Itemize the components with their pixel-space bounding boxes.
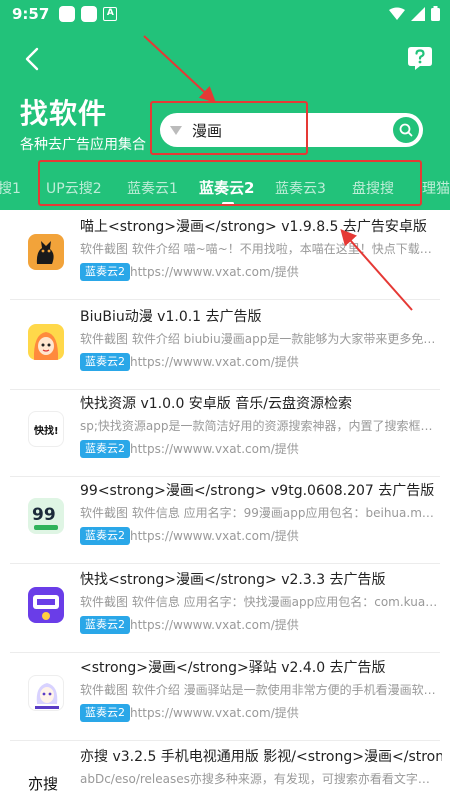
battery-icon	[431, 6, 440, 21]
provider-link: https://wwww.vxat.com/提供	[130, 529, 299, 543]
item-title[interactable]: 99<strong>漫画</strong> v9tg.0608.207 去广告版	[80, 480, 442, 500]
status-icons	[389, 6, 440, 21]
item-divider	[10, 740, 440, 741]
page-title: 找软件	[20, 97, 108, 130]
black-cat-app-icon	[28, 234, 64, 270]
source-tag: 蓝奏云2	[80, 263, 130, 281]
provider-link: https://wwww.vxat.com/提供	[130, 706, 299, 720]
source-tag: 蓝奏云2	[80, 440, 130, 458]
a-notification-icon: A	[103, 7, 118, 21]
list-item[interactable]: 亦搜 亦搜 v3.2.5 手机电视通用版 影视/<strong>漫画</stro…	[0, 742, 450, 800]
item-desc: 软件截图 软件介绍 biubiu漫画app是一款能够为大家带来更多免费…	[80, 332, 438, 346]
item-desc: 软件截图 软件信息 应用名字：快找漫画app应用包名：com.kuaizh…	[80, 595, 438, 609]
chevron-left-icon	[25, 47, 39, 71]
status-time: 9:57	[12, 5, 50, 23]
source-tag: 蓝奏云2	[80, 527, 130, 545]
provider-link: https://wwww.vxat.com/提供	[130, 355, 299, 369]
source-tag: 蓝奏云2	[80, 353, 130, 371]
item-desc: sp;快找资源app是一款简洁好用的资源搜索神器，内置了搜索框，…	[80, 419, 438, 433]
provider-link: https://wwww.vxat.com/提供	[130, 442, 299, 456]
search-highlight-box	[150, 101, 308, 155]
tabs-highlight-box	[38, 160, 422, 206]
item-title[interactable]: <strong>漫画</strong>驿站 v2.4.0 去广告版	[80, 657, 442, 677]
item-title[interactable]: 快找资源 v1.0.0 安卓版 音乐/云盘资源检索	[80, 393, 442, 413]
wifi-icon	[389, 7, 405, 20]
source-tag: 蓝奏云2	[80, 616, 130, 634]
notification-icon-2	[81, 6, 98, 22]
item-title[interactable]: 快找<strong>漫画</strong> v2.3.3 去广告版	[80, 569, 442, 589]
list-item[interactable]: 99 99<strong>漫画</strong> v9tg.0608.207 去…	[0, 476, 450, 564]
list-item[interactable]: BiuBiu动漫 v1.0.1 去广告版 软件截图 软件介绍 biubiu漫画a…	[0, 302, 450, 390]
search-button[interactable]	[393, 117, 419, 143]
signal-icon	[411, 6, 425, 21]
item-desc: 软件截图 软件信息 应用名字：99漫画app应用包名：beihua.mfzm…	[80, 506, 438, 520]
page-subtitle: 各种去广告应用集合	[20, 137, 146, 153]
help-button[interactable]	[406, 44, 434, 72]
svg-text:亦搜: 亦搜	[28, 775, 58, 793]
yisou-app-icon: 亦搜	[28, 764, 64, 800]
anime-girl-app-icon	[28, 324, 64, 360]
kuaizhao-manhua-app-icon	[28, 587, 64, 623]
item-desc: 软件截图 软件介绍 喵~喵~！不用找啦，本喵在这里！快点下载《…	[80, 242, 438, 256]
99-manhua-app-icon: 99	[28, 498, 64, 534]
svg-text:快找!: 快找!	[33, 424, 59, 437]
item-title[interactable]: 亦搜 v3.2.5 手机电视通用版 影视/<strong>漫画</strong>…	[80, 746, 442, 766]
item-title[interactable]: 喵上<strong>漫画</strong> v1.9.8.5 去广告安卓版	[80, 216, 442, 236]
provider-link: https://wwww.vxat.com/提供	[130, 618, 299, 632]
kuaizhao-app-icon: 快找!	[28, 411, 64, 447]
tab-sou1[interactable]: 搜1	[0, 178, 21, 198]
search-icon	[399, 123, 413, 137]
svg-text:99: 99	[32, 505, 56, 525]
list-item[interactable]: 快找! 快找资源 v1.0.0 安卓版 音乐/云盘资源检索 sp;快找资源app…	[0, 389, 450, 477]
item-desc: 软件截图 软件介绍 漫画驿站是一款使用非常方便的手机看漫画软…	[80, 683, 436, 697]
status-bar: 9:57 A	[0, 0, 450, 28]
item-divider	[10, 563, 440, 564]
notification-icon	[59, 6, 76, 22]
list-item[interactable]: <strong>漫画</strong>驿站 v2.4.0 去广告版 软件截图 软…	[0, 653, 450, 741]
question-bubble-icon	[408, 47, 432, 70]
item-desc: abDc/eso/releases亦搜多种来源，有发现，可搜索亦看看文字，…	[80, 772, 438, 786]
manhua-yizhan-app-icon	[28, 675, 64, 711]
item-divider	[10, 299, 440, 300]
back-button[interactable]	[18, 44, 48, 74]
provider-link: https://wwww.vxat.com/提供	[130, 265, 299, 279]
tab-limao[interactable]: 理猫	[422, 178, 450, 198]
source-tag: 蓝奏云2	[80, 704, 130, 722]
list-item[interactable]: 喵上<strong>漫画</strong> v1.9.8.5 去广告安卓版 软件…	[0, 212, 450, 300]
item-title[interactable]: BiuBiu动漫 v1.0.1 去广告版	[80, 306, 442, 326]
list-item[interactable]: 快找<strong>漫画</strong> v2.3.3 去广告版 软件截图 软…	[0, 565, 450, 653]
